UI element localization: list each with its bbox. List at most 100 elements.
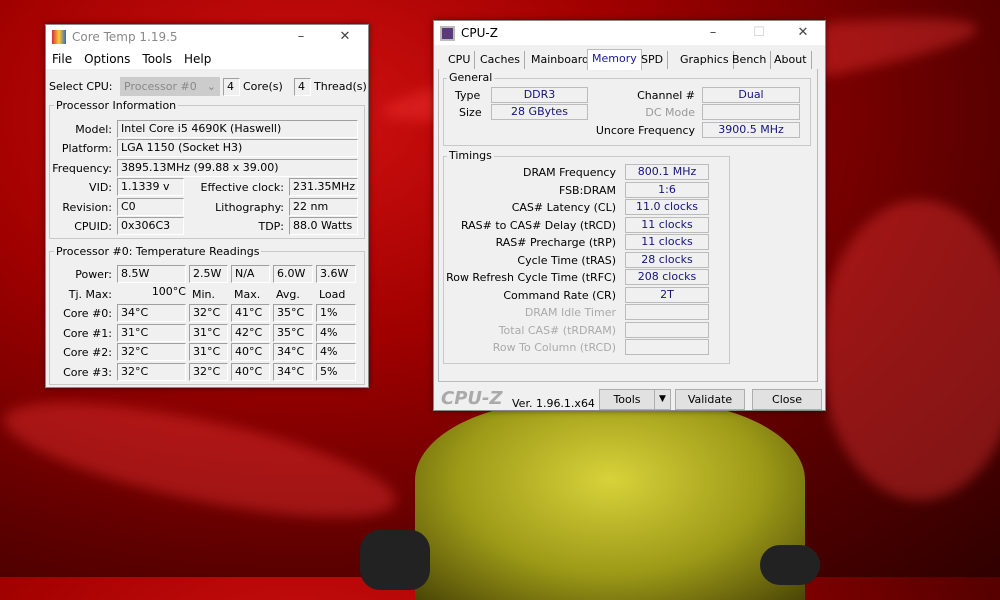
tab-bench[interactable]: Bench [728,51,772,69]
size-value: 28 GBytes [491,104,588,120]
temp-cell: 32°C [117,343,186,361]
temp-cell: 3.6W [316,265,356,283]
dc-mode-value [702,104,800,120]
tab-caches[interactable]: Caches [476,51,525,69]
menu-help[interactable]: Help [184,49,211,69]
channel-value: Dual [702,87,800,103]
processor-select-value: Processor #0 [124,80,197,93]
revision-label: Revision: [62,201,112,214]
vid-label: VID: [89,181,112,194]
temp-column-header: Load [319,287,346,301]
dropdown-arrow-icon[interactable]: ▼ [654,390,670,409]
chevron-down-icon: ⌄ [206,80,216,93]
timing-label: Command Rate (CR) [503,288,616,302]
revision-value: C0 [117,198,184,216]
temp-cell: 34°C [273,362,313,381]
validate-button[interactable]: Validate [675,389,745,410]
timing-value: 1:6 [625,181,709,198]
tab-cpu[interactable]: CPU [444,51,476,69]
close-button[interactable]: Close [752,389,822,410]
cpuz-window: CPU-Z – ☐ ✕ CPU Caches Mainboard Memory SPD G… [433,20,826,411]
frequency-label: Frequency: [52,162,112,175]
temp-column-header: 100°C [151,284,186,298]
temp-cell: 31°C [189,343,228,361]
threads-label: Thread(s) [314,80,367,93]
timing-label: FSB:DRAM [558,183,616,197]
temp-cell: 35°C [273,323,313,342]
tab-mainboard[interactable]: Mainboard [527,51,595,69]
temp-cell: N/A [231,265,270,283]
temp-column-header: Max. [234,287,261,301]
cpuid-label: CPUID: [74,220,112,233]
close-button[interactable]: ✕ [322,25,368,49]
general-title: General [447,71,495,84]
wallpaper-figure-arm [360,530,430,590]
temperature-readings-title: Processor #0: Temperature Readings [54,245,262,258]
temp-row-label: Core #3: [63,365,112,379]
model-label: Model: [75,123,112,136]
temp-cell: 32°C [189,362,228,381]
timing-value: 28 clocks [625,251,709,268]
timing-value: 11 clocks [625,216,709,233]
temp-row-label: Power: [75,268,112,281]
core-temp-app-icon [52,30,66,44]
timing-label: RAS# to CAS# Delay (tRCD) [460,218,616,232]
timing-label: DRAM Idle Timer [524,306,616,319]
minimize-button[interactable]: – [690,21,736,45]
close-button[interactable]: ✕ [780,21,826,45]
temp-cell: 4% [316,323,356,342]
title-bar[interactable]: CPU-Z – ☐ ✕ [434,21,825,45]
tools-button[interactable]: Tools ▼ [599,389,671,410]
frequency-value: 3895.13MHz (99.88 x 39.00) [117,159,358,177]
temp-row-label: Tj. Max: [68,287,112,301]
title-bar[interactable]: Core Temp 1.19.5 – ✕ [46,25,368,49]
menu-bar: File Options Tools Help [46,49,368,69]
tab-about[interactable]: About [770,51,812,69]
vid-value: 1.1339 v [117,178,184,196]
temp-cell: 2.5W [189,265,228,283]
timing-value: 11 clocks [625,234,709,250]
timing-value [625,321,709,338]
temp-cell: 34°C [117,304,186,322]
maximize-button[interactable]: ☐ [736,21,782,45]
temp-cell: 31°C [189,323,228,342]
wallpaper-figure [415,400,805,600]
temp-cell: 6.0W [273,265,313,283]
tab-memory[interactable]: Memory [587,49,642,70]
temp-cell: 41°C [231,304,270,322]
temp-row-label: Core #0: [63,307,112,320]
menu-tools[interactable]: Tools [142,49,172,69]
uncore-frequency-label: Uncore Frequency [595,124,695,137]
tools-label: Tools [613,393,641,406]
timings-title: Timings [447,149,494,162]
menu-file[interactable]: File [52,49,72,69]
temp-row-label: Core #2: [63,346,112,359]
lithography-label: Lithography: [215,201,284,214]
type-label: Type [455,89,481,102]
uncore-frequency-value: 3900.5 MHz [702,122,800,138]
processor-select[interactable]: Processor #0 ⌄ [120,77,220,96]
select-cpu-label: Select CPU: [49,80,113,93]
cpuz-app-icon [440,25,455,41]
temp-cell: 8.5W [117,265,186,283]
wallpaper-figure-arm [760,545,820,585]
core-temp-window: Core Temp 1.19.5 – ✕ File Options Tools … [45,24,369,388]
timing-label: Row To Column (tRCD) [492,341,616,354]
effective-clock-value: 231.35MHz [289,178,358,196]
timing-label: RAS# Precharge (tRP) [495,236,616,249]
tdp-value: 88.0 Watts [289,217,358,235]
tab-graphics[interactable]: Graphics [676,51,734,69]
timing-value: 11.0 clocks [625,199,709,215]
temp-cell: 5% [316,362,356,381]
platform-label: Platform: [61,142,112,155]
temp-cell: 40°C [231,343,270,361]
temp-cell: 32°C [117,362,186,381]
timing-label: Row Refresh Cycle Time (tRFC) [446,271,616,284]
tab-spd[interactable]: SPD [637,51,669,69]
cores-label: Core(s) [243,80,283,93]
temp-column-header: Avg. [276,287,300,301]
timing-value [625,339,709,355]
maximize-button[interactable] [278,25,324,49]
window-title: Core Temp 1.19.5 [72,30,178,44]
menu-options[interactable]: Options [84,49,130,69]
